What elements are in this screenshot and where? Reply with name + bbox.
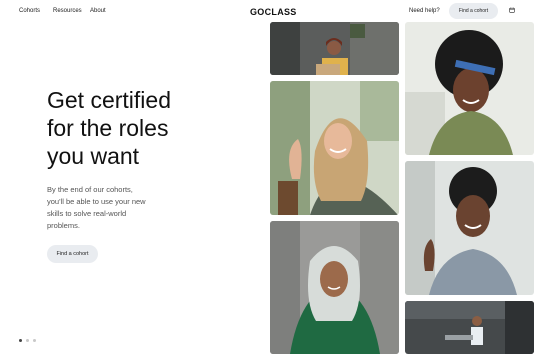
carousel-dots xyxy=(19,339,36,342)
hero-subtitle-line-2: you'll be able to use your new xyxy=(47,197,146,206)
photo-woman-headband xyxy=(405,22,534,155)
calendar-icon[interactable] xyxy=(509,7,515,13)
hero-subtitle-line-4: problems. xyxy=(47,221,80,230)
find-cohort-button[interactable]: Find a cohort xyxy=(47,245,98,263)
nav-link-cohorts[interactable]: Cohorts xyxy=(19,8,40,14)
photo-woman-hijab xyxy=(270,221,399,354)
photo-woman-waving xyxy=(270,81,399,215)
hero-title-line-1: Get certified xyxy=(47,87,171,113)
photo-woman-desk xyxy=(405,301,534,354)
hero-title-line-2: for the roles xyxy=(47,115,169,141)
nav-link-resources[interactable]: Resources xyxy=(53,8,82,14)
top-nav: Cohorts Resources About GOCLASS Need hel… xyxy=(0,0,540,24)
carousel-dot-2[interactable] xyxy=(26,339,29,342)
hero-subtitle: By the end of our cohorts, you'll be abl… xyxy=(47,184,167,232)
logo[interactable]: GOCLASS xyxy=(250,7,297,17)
hero-subtitle-line-1: By the end of our cohorts, xyxy=(47,185,133,194)
hero-title: Get certified for the roles you want xyxy=(47,86,247,170)
hero-subtitle-line-3: skills to solve real-world xyxy=(47,209,127,218)
carousel-dot-1[interactable] xyxy=(19,339,22,342)
carousel-dot-3[interactable] xyxy=(33,339,36,342)
need-help-link[interactable]: Need help? xyxy=(409,8,440,14)
hero-title-line-3: you want xyxy=(47,143,140,169)
find-cohort-button-top[interactable]: Find a cohort xyxy=(449,3,498,19)
nav-link-about[interactable]: About xyxy=(90,8,106,14)
photo-woman-laptop xyxy=(270,22,399,75)
photo-man-waving xyxy=(405,161,534,295)
